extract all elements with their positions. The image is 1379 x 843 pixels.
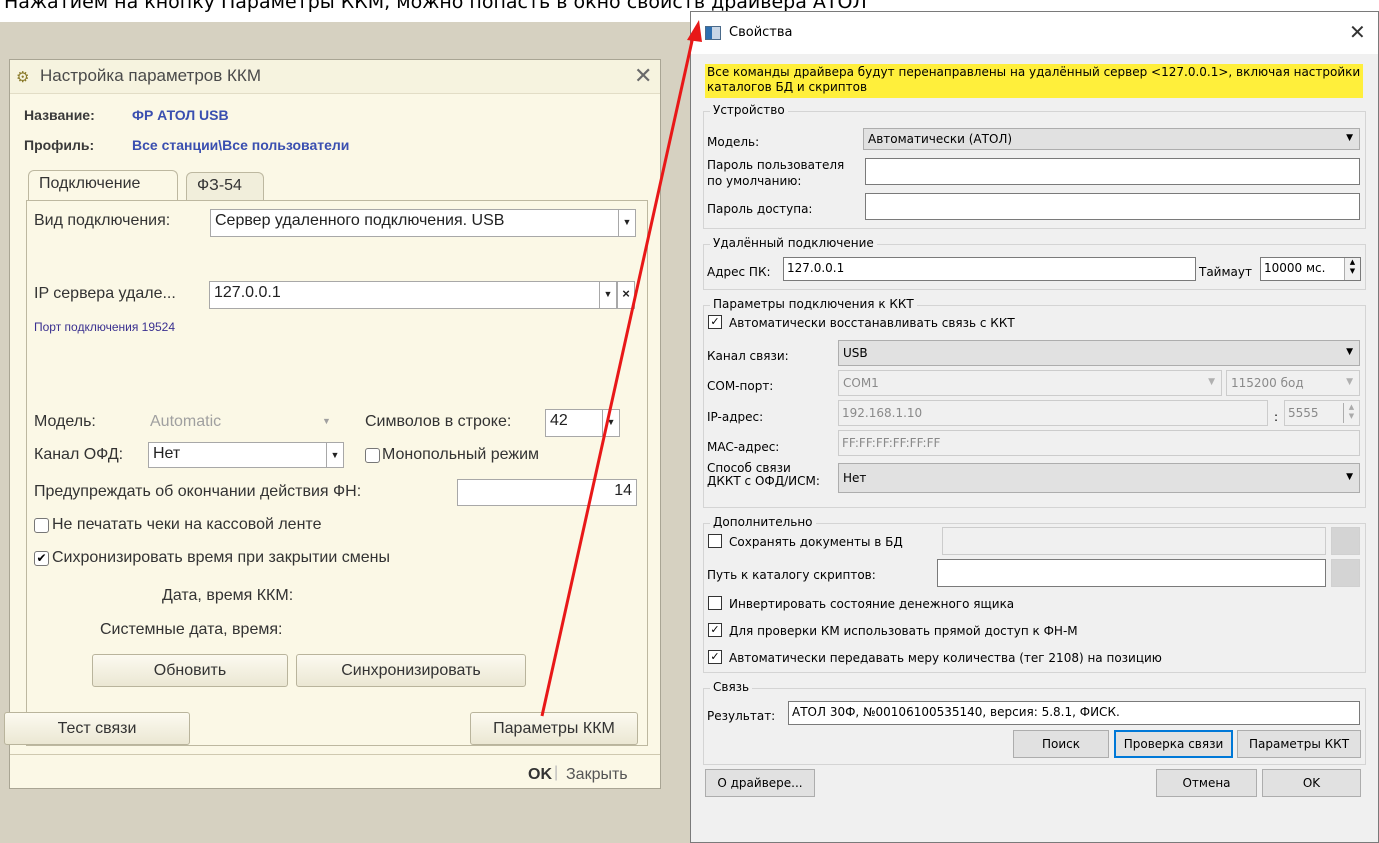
annotation-arrow bbox=[540, 20, 702, 717]
arrow-head-icon bbox=[687, 20, 702, 42]
arrow-line bbox=[540, 31, 696, 717]
